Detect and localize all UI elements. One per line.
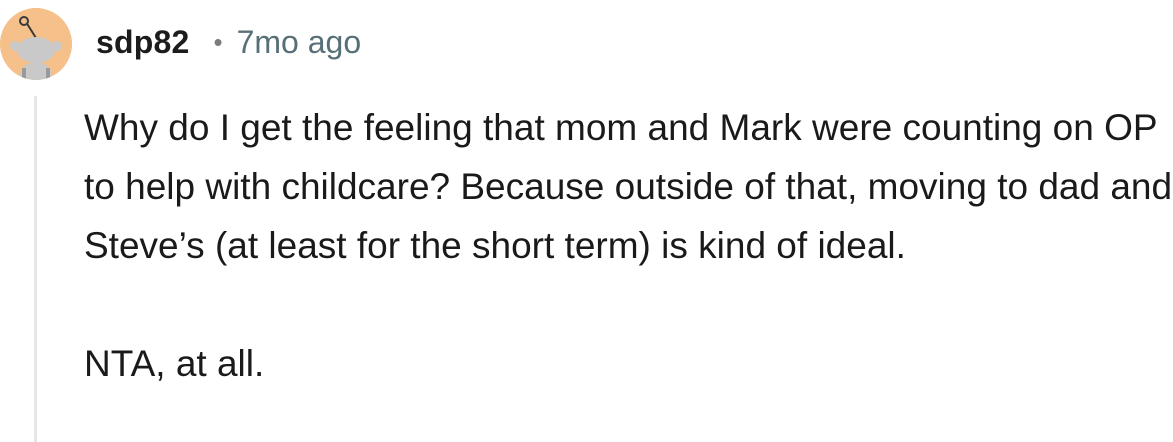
meta-separator: • [213, 26, 223, 57]
comment-header: sdp82 • 7mo ago [96, 20, 361, 64]
comment-body: Why do I get the feeling that mom and Ma… [84, 98, 1173, 393]
thread-collapse-line[interactable] [34, 96, 37, 442]
user-avatar[interactable] [0, 8, 72, 80]
comment-timestamp: 7mo ago [236, 23, 362, 60]
comment: sdp82 • 7mo ago Why do I get the feeling… [0, 0, 1173, 442]
snoo-avatar-icon [0, 8, 72, 80]
username-link[interactable]: sdp82 [96, 24, 189, 61]
comment-paragraph: NTA, at all. [84, 343, 265, 384]
comment-paragraph: Why do I get the feeling that mom and Ma… [84, 107, 1173, 266]
